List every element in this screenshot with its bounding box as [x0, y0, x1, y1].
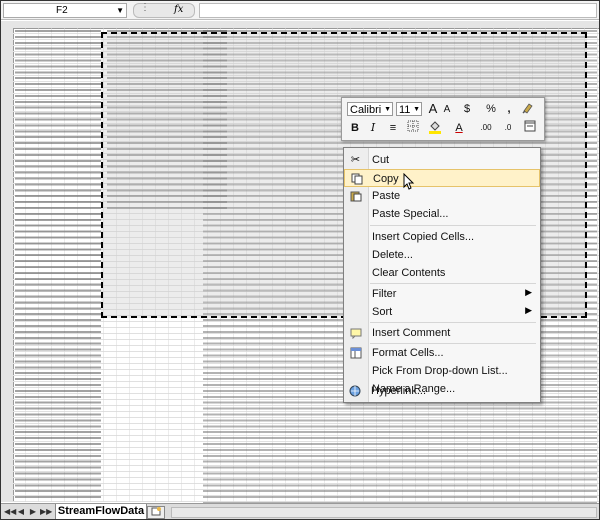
font-size-value: 11	[399, 104, 411, 116]
percent-button[interactable]: %	[484, 101, 498, 117]
prev-sheet-icon[interactable]: ◀	[16, 506, 26, 518]
comment-icon	[349, 327, 362, 340]
italic-button[interactable]: I	[366, 120, 380, 136]
menu-item-label: Cut	[372, 154, 390, 166]
submenu-arrow-icon: ▶	[525, 305, 532, 315]
font-name-value: Calibri	[350, 104, 382, 116]
paste-icon	[349, 190, 362, 203]
insert-function-button[interactable]: ⋮ fx	[133, 2, 195, 18]
font-name-select[interactable]: Calibri ▼	[347, 102, 393, 116]
menu-item-label: Format Cells...	[372, 347, 444, 359]
excel-window: F2 ▼ ⋮ fx Calibri ▼ 11 ▼ A A $ % , B I ≡…	[0, 0, 600, 520]
comma-style-button[interactable]: ,	[504, 101, 514, 117]
menu-item-sort[interactable]: Sort ▶	[344, 303, 540, 321]
menu-separator	[370, 225, 536, 226]
menu-item-pick-from-dropdown[interactable]: Pick From Drop-down List...	[344, 362, 540, 380]
menu-separator	[370, 322, 536, 323]
fx-icon[interactable]: fx	[174, 4, 183, 15]
decrease-decimal-button[interactable]: .0	[498, 120, 518, 136]
sheet-tab-bar: ◀◀ ◀ ▶ ▶▶ StreamFlowData	[1, 503, 599, 519]
context-menu: ✂ Cut Copy Paste Paste Special... Insert…	[343, 147, 541, 403]
menu-item-label: Insert Copied Cells...	[372, 231, 475, 243]
menu-item-copy[interactable]: Copy	[344, 169, 540, 187]
increase-decimal-button[interactable]: .00	[474, 120, 498, 136]
menu-item-filter[interactable]: Filter ▶	[344, 285, 540, 303]
cell-reference: F2	[56, 5, 68, 16]
name-box-dropdown-icon[interactable]: ▼	[116, 4, 124, 17]
currency-button[interactable]: $	[460, 101, 474, 117]
insert-sheet-icon[interactable]	[147, 506, 165, 519]
menu-item-label: Paste Special...	[372, 208, 449, 220]
format-painter-icon[interactable]	[520, 101, 536, 117]
menu-item-hyperlink[interactable]: Hyperlink...	[343, 382, 539, 400]
menu-item-label: Insert Comment	[372, 327, 451, 339]
menu-item-label: Copy	[373, 173, 399, 185]
menu-item-cut[interactable]: ✂ Cut	[344, 151, 540, 169]
formula-bar-handle-icon: ⋮	[140, 2, 150, 13]
formula-input[interactable]	[199, 3, 597, 18]
font-color-button[interactable]: A	[450, 120, 468, 136]
fill-color-icon[interactable]	[426, 120, 446, 136]
borders-icon[interactable]	[404, 120, 422, 136]
menu-item-label: Delete...	[372, 249, 413, 261]
menu-item-format-cells[interactable]: Format Cells...	[344, 344, 540, 362]
menu-item-label: Pick From Drop-down List...	[372, 365, 508, 377]
mini-toolbar: Calibri ▼ 11 ▼ A A $ % , B I ≡ A .00 .0	[341, 97, 545, 141]
font-size-select[interactable]: 11 ▼	[396, 102, 422, 116]
center-align-icon[interactable]: ≡	[384, 120, 402, 136]
grow-font-button[interactable]: A	[426, 101, 440, 117]
merge-cells-icon[interactable]	[522, 120, 538, 136]
copy-icon	[350, 173, 363, 186]
submenu-arrow-icon: ▶	[525, 287, 532, 297]
menu-item-delete[interactable]: Delete...	[344, 246, 540, 264]
hyperlink-icon	[348, 385, 361, 398]
menu-item-label: Paste	[372, 190, 401, 202]
menu-item-label: Hyperlink...	[371, 385, 427, 397]
menu-item-paste[interactable]: Paste	[344, 187, 540, 205]
menu-item-insert-comment[interactable]: Insert Comment	[344, 324, 540, 342]
menu-separator	[370, 283, 536, 284]
horizontal-scrollbar[interactable]	[171, 507, 597, 518]
sheet-tab-streamflowdata[interactable]: StreamFlowData	[55, 504, 147, 519]
scissors-icon: ✂	[350, 154, 361, 166]
formula-bar: F2 ▼ ⋮ fx	[1, 1, 599, 20]
data-cells-left[interactable]	[15, 30, 101, 500]
chevron-down-icon[interactable]: ▼	[413, 103, 420, 117]
first-sheet-icon[interactable]: ◀◀	[4, 506, 16, 518]
mouse-cursor-icon	[403, 172, 415, 196]
shrink-font-button[interactable]: A	[441, 102, 453, 118]
bold-button[interactable]: B	[348, 120, 362, 136]
name-box[interactable]: F2 ▼	[3, 3, 127, 18]
menu-item-clear-contents[interactable]: Clear Contents	[344, 264, 540, 282]
next-sheet-icon[interactable]: ▶	[28, 506, 38, 518]
chevron-down-icon[interactable]: ▼	[384, 103, 391, 117]
menu-item-label: Filter	[372, 288, 397, 300]
format-cells-icon	[349, 347, 362, 360]
menu-item-paste-special[interactable]: Paste Special...	[344, 205, 540, 223]
menu-item-label: Sort	[372, 306, 393, 318]
last-sheet-icon[interactable]: ▶▶	[40, 506, 52, 518]
menu-item-label: Clear Contents	[372, 267, 446, 279]
menu-item-insert-copied-cells[interactable]: Insert Copied Cells...	[344, 228, 540, 246]
